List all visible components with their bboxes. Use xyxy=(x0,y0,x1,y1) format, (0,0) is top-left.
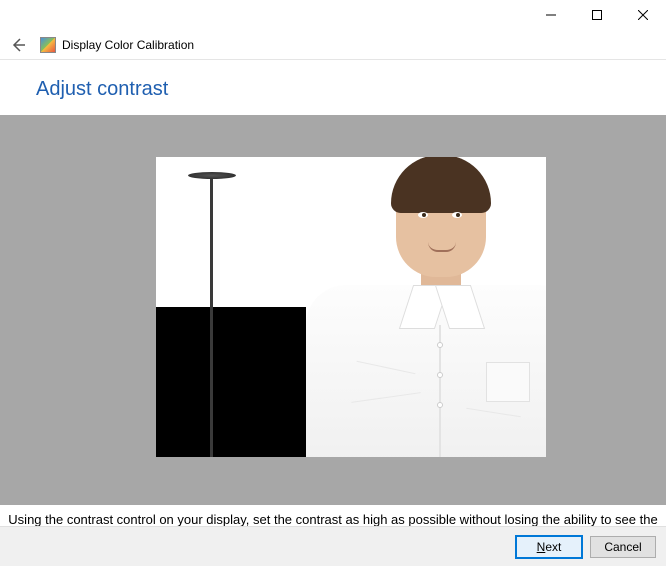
next-button[interactable]: Next xyxy=(516,536,582,558)
close-button[interactable] xyxy=(620,0,666,30)
window-title: Display Color Calibration xyxy=(62,38,194,52)
cancel-button[interactable]: Cancel xyxy=(590,536,656,558)
back-button[interactable] xyxy=(6,33,30,57)
maximize-button[interactable] xyxy=(574,0,620,30)
footer-bar: Next Cancel xyxy=(0,526,666,566)
title-bar xyxy=(0,0,666,30)
header-bar: Display Color Calibration xyxy=(0,30,666,60)
minimize-button[interactable] xyxy=(528,0,574,30)
page-heading: Adjust contrast xyxy=(0,60,666,115)
sample-image xyxy=(156,157,546,457)
content-area xyxy=(0,115,666,505)
app-icon xyxy=(40,37,56,53)
next-label-rest: ext xyxy=(545,540,561,554)
